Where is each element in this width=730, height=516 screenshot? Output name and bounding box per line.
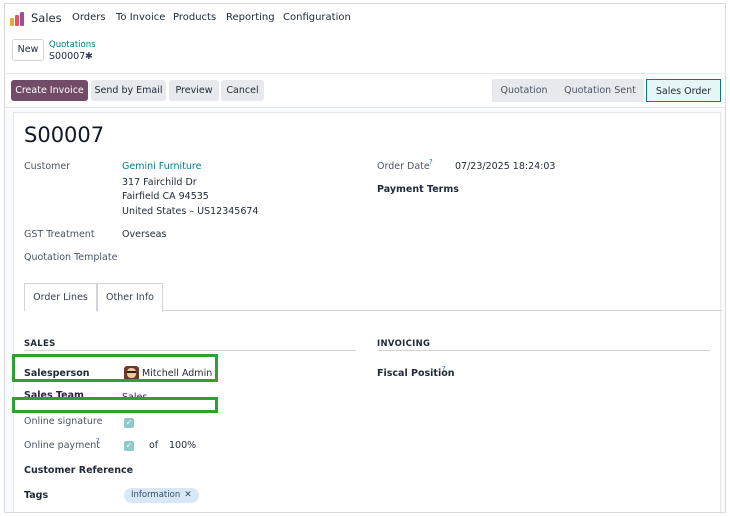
tab-order-lines[interactable]: Order Lines: [24, 283, 97, 311]
help-icon[interactable]: ?: [429, 158, 433, 166]
customer-reference-label: Customer Reference: [24, 465, 134, 476]
online-signature-label: Online signature: [24, 416, 103, 427]
online-payment-checkbox[interactable]: ✓: [124, 441, 134, 451]
record-title: S00007: [24, 123, 105, 147]
online-payment-of: of: [149, 440, 159, 451]
action-bar: Create Invoice Send by Email Preview Can…: [5, 74, 725, 108]
gst-treatment-field[interactable]: Overseas: [122, 229, 166, 240]
menu-to-invoice[interactable]: To Invoice: [116, 12, 165, 23]
invoicing-section-title: INVOICING: [377, 339, 431, 349]
send-by-email-button[interactable]: Send by Email: [91, 80, 166, 101]
help-icon[interactable]: ?: [442, 365, 446, 373]
quotation-template-label: Quotation Template: [24, 252, 118, 263]
address-line1: 317 Fairchild Dr: [122, 177, 197, 188]
preview-button[interactable]: Preview: [169, 80, 219, 101]
form-sheet: S00007 Customer Gemini Furniture 317 Fai…: [13, 112, 722, 512]
create-invoice-button[interactable]: Create Invoice: [11, 80, 88, 101]
order-date-label: Order Date: [377, 161, 430, 172]
stage-sales-order[interactable]: Sales Order: [646, 79, 721, 102]
control-panel: New Quotations S00007 ✱: [5, 34, 725, 74]
cancel-button[interactable]: Cancel: [221, 80, 264, 101]
customer-label: Customer: [24, 161, 71, 172]
menu-orders[interactable]: Orders: [72, 12, 106, 23]
help-icon[interactable]: ?: [96, 437, 100, 445]
gst-treatment-label: GST Treatment: [24, 229, 95, 240]
payment-terms-label: Payment Terms: [377, 184, 459, 195]
breadcrumb-current: S00007: [49, 51, 86, 62]
notebook-tabs: Order Lines Other Info: [24, 283, 722, 312]
menu-reporting[interactable]: Reporting: [226, 12, 275, 23]
address-line3: United States – US12345674: [122, 206, 259, 217]
tags-label: Tags: [24, 490, 49, 501]
breadcrumb-quotations[interactable]: Quotations: [49, 40, 96, 50]
highlight-box-salesperson: [12, 354, 218, 382]
stage-quotation[interactable]: Quotation: [492, 79, 556, 102]
address-line2: Fairfield CA 94535: [122, 191, 209, 202]
online-signature-checkbox[interactable]: ✓: [124, 418, 134, 428]
tag-information[interactable]: Information ✕: [124, 488, 199, 503]
tab-other-info[interactable]: Other Info: [97, 283, 163, 312]
online-payment-label: Online payment: [24, 440, 100, 451]
app-window: Sales Orders To Invoice Products Reporti…: [4, 3, 726, 513]
new-button[interactable]: New: [12, 39, 44, 61]
customer-link[interactable]: Gemini Furniture: [122, 161, 201, 172]
online-payment-percent[interactable]: 100%: [169, 440, 196, 451]
gear-icon[interactable]: ✱: [85, 51, 93, 62]
invoicing-section-divider: [377, 350, 710, 351]
menu-products[interactable]: Products: [173, 12, 216, 23]
menu-configuration[interactable]: Configuration: [283, 12, 351, 23]
close-icon[interactable]: ✕: [184, 490, 192, 500]
tag-label: Information: [131, 490, 181, 500]
stage-quotation-sent[interactable]: Quotation Sent: [556, 79, 644, 102]
sales-app-icon[interactable]: [10, 12, 26, 26]
sales-section-divider: [24, 350, 356, 351]
order-date-field[interactable]: 07/23/2025 18:24:03: [455, 161, 555, 172]
sales-section-title: SALES: [24, 339, 56, 349]
top-navbar: Sales Orders To Invoice Products Reporti…: [5, 4, 725, 34]
highlight-box-empty: [12, 397, 218, 413]
app-name[interactable]: Sales: [31, 11, 62, 25]
